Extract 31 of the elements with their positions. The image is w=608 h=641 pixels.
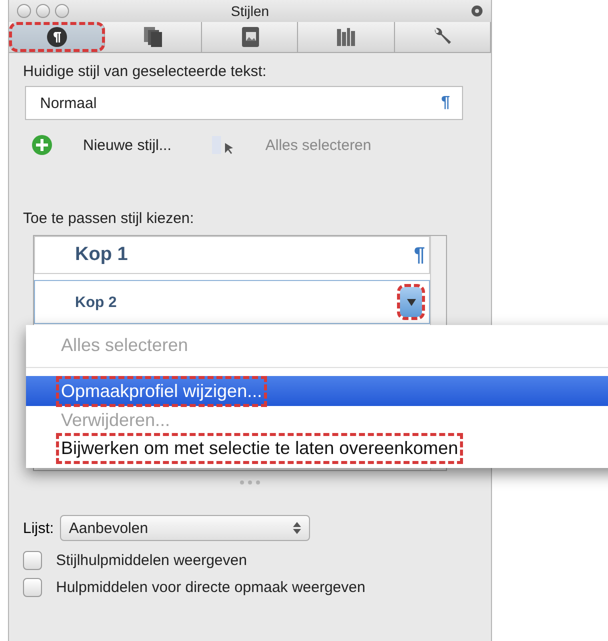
minimize-button[interactable]	[36, 4, 50, 18]
zoom-button[interactable]	[55, 4, 69, 18]
paragraph-icon	[46, 26, 68, 48]
stepper-arrows-icon	[292, 522, 301, 534]
list-select[interactable]: Aanbevolen	[60, 515, 310, 541]
select-cursor-icon	[211, 135, 236, 155]
info-icon[interactable]	[471, 5, 483, 17]
paragraph-mark: ¶	[414, 244, 425, 266]
window-title: Stijlen	[230, 3, 270, 19]
current-style-value: Normaal	[40, 94, 97, 112]
option-checkbox[interactable]: Stijlhulpmiddelen weergeven	[23, 551, 477, 570]
caret-icon	[406, 298, 416, 306]
close-button[interactable]	[17, 4, 31, 18]
resize-grip-icon[interactable]	[239, 480, 261, 484]
new-style-button[interactable]: Nieuwe stijl...	[31, 134, 172, 156]
current-style-label: Huidige stijl van geselecteerde tekst:	[23, 63, 268, 80]
add-icon	[31, 134, 53, 156]
menu-item[interactable]: Opmaakprofiel wijzigen...	[26, 376, 608, 406]
style-name: Kop 1	[75, 244, 128, 266]
style-name: Kop 2	[75, 294, 117, 310]
list-label: Lijst:	[23, 520, 54, 536]
style-item[interactable]: Kop 2	[34, 280, 430, 324]
menu-item[interactable]: Bijwerken om met selectie te laten overeenkomen	[26, 434, 608, 462]
dropdown-button[interactable]	[397, 284, 425, 320]
pages-icon	[143, 26, 164, 48]
style-list-label: Toe te passen stijl kiezen:	[23, 210, 195, 227]
bookshelf-icon	[334, 26, 357, 48]
paragraph-mark: ¶	[441, 94, 450, 112]
style-item[interactable]: Kop 1 ¶	[34, 236, 430, 274]
toolbar-tab[interactable]	[9, 22, 106, 52]
option-checkbox[interactable]: Hulpmiddelen voor directe opmaak weergeven	[23, 578, 477, 597]
